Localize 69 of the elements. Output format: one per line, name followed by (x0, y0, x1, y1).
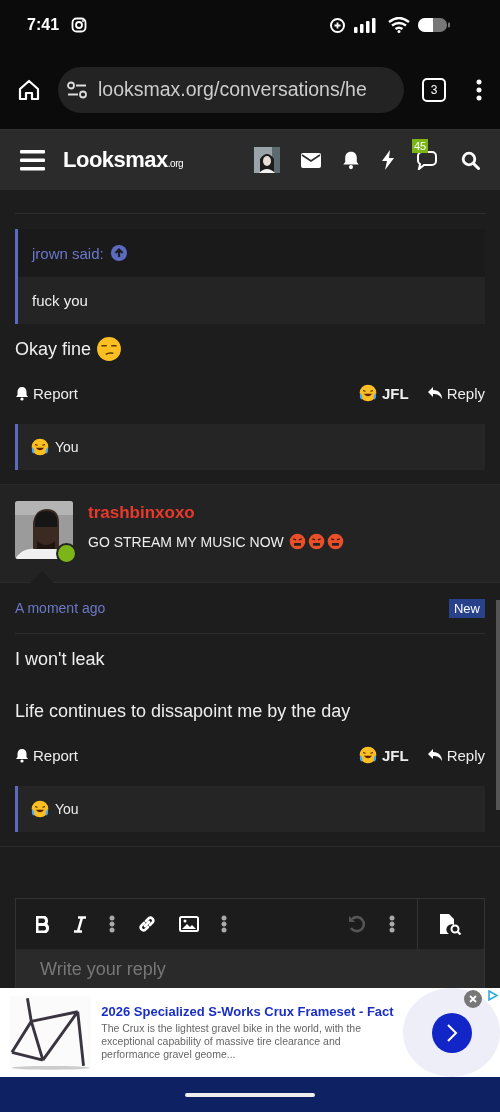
lightning-icon[interactable] (381, 150, 395, 170)
reply-field[interactable]: Write your reply (16, 950, 484, 988)
link-icon (137, 914, 157, 934)
scrollbar[interactable] (496, 600, 500, 810)
more-icon[interactable] (476, 78, 482, 101)
tab-count-button[interactable]: 3 (422, 77, 446, 102)
data-saver-icon (329, 16, 346, 34)
chat-icon[interactable] (416, 150, 440, 170)
bell-icon (15, 747, 29, 763)
reply-icon (426, 748, 443, 762)
close-icon (469, 995, 477, 1003)
crying-laughing-face-icon (30, 437, 50, 457)
more-icon (221, 915, 227, 933)
mail-icon[interactable] (301, 152, 321, 168)
report-button[interactable]: Report (15, 746, 79, 764)
message-time[interactable]: A moment ago (15, 600, 106, 616)
battery-icon (418, 17, 450, 33)
angry-face-icon (307, 533, 325, 550)
reaction-button[interactable]: JFL (357, 745, 409, 765)
bell-icon[interactable] (342, 150, 360, 170)
close-button[interactable] (464, 990, 482, 1008)
username-link[interactable]: trashbinxoxo (88, 503, 344, 523)
bold-icon (36, 915, 51, 933)
report-button[interactable]: Report (15, 384, 79, 402)
ad-banner[interactable]: 2026 Specialized S-Works Crux Frameset - Fact The Crux is the lightest gravel bike in the world, with the exceptional capability of massive tire clearance and performance gravel geome... (0, 988, 500, 1077)
menu-icon[interactable] (20, 149, 45, 171)
instagram-icon (71, 17, 88, 33)
image-icon (179, 916, 199, 932)
bell-icon (15, 385, 29, 401)
ad-choices-icon[interactable] (488, 990, 498, 1001)
crying-laughing-face-icon (30, 799, 50, 819)
quote-author[interactable]: jrown said: (32, 244, 104, 262)
chevron-right-icon (445, 1022, 458, 1043)
message-text: Life continues to dissapoint me by the day (15, 700, 351, 722)
reply-button[interactable]: Reply (426, 746, 485, 764)
quote-text: fuck you (18, 277, 485, 324)
site-logo[interactable]: Looksmax.org (63, 147, 184, 173)
reaction-users[interactable]: You (55, 439, 79, 455)
reaction-users[interactable]: You (55, 801, 79, 817)
ad-description: The Crux is the lightest gravel bike in the world, with the exceptional capability of massive tire clearance and performance gravel geome... (101, 1022, 362, 1061)
angry-face-icon (288, 533, 306, 550)
notification-badge: 45 (412, 139, 429, 153)
arrow-up-circle-icon[interactable] (110, 245, 127, 261)
url-text: looksmax.org/conversations/he (98, 78, 367, 101)
site-settings-icon[interactable] (66, 80, 88, 99)
unamused-face-icon (96, 336, 123, 362)
more-icon (389, 915, 395, 933)
more-icon (109, 915, 115, 933)
crying-laughing-face-icon (357, 383, 378, 403)
address-bar[interactable]: looksmax.org/conversations/he (58, 66, 404, 113)
user-status: GO STREAM MY MUSIC NOW (88, 533, 284, 550)
status-time: 7:41 (27, 16, 60, 34)
wifi-icon (388, 17, 410, 33)
home-gesture-bar[interactable] (185, 1092, 315, 1097)
message-text: Okay fine (15, 338, 92, 360)
reply-button[interactable]: Reply (426, 384, 485, 402)
new-label: New (449, 598, 485, 618)
document-search-icon (439, 913, 463, 935)
italic-icon (73, 915, 87, 933)
ad-open-button[interactable] (431, 1012, 472, 1053)
message-text: I won't leak (15, 648, 105, 670)
search-icon[interactable] (461, 150, 480, 170)
reaction-button[interactable]: JFL (357, 383, 409, 403)
ad-title[interactable]: 2026 Specialized S-Works Crux Frameset - Fact (101, 1004, 392, 1019)
crying-laughing-face-icon (357, 745, 378, 765)
angry-face-icon (326, 533, 344, 550)
undo-icon (347, 914, 367, 934)
reply-icon (426, 386, 443, 400)
home-icon[interactable] (18, 78, 40, 101)
